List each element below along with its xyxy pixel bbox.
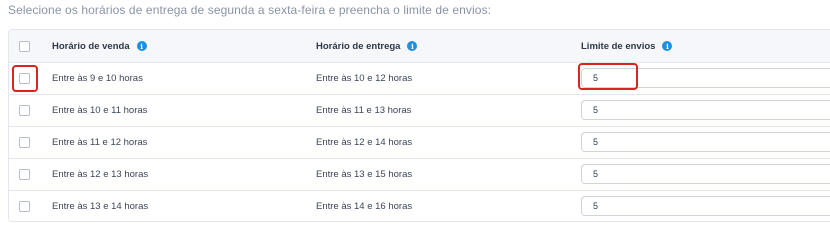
- select-all-cell: [19, 30, 30, 62]
- instruction-text: Selecione os horários de entrega de segu…: [8, 3, 492, 17]
- info-icon[interactable]: i: [662, 41, 673, 51]
- venda-cell: Entre às 9 e 10 horas: [52, 73, 143, 84]
- row-checkbox-cell: [19, 191, 30, 221]
- row-checkbox-cell: [19, 95, 30, 126]
- header-entrega: Horário de entrega i: [316, 30, 418, 62]
- header-venda: Horário de venda i: [52, 30, 147, 62]
- venda-cell: Entre às 10 e 11 horas: [52, 105, 148, 116]
- delivery-schedule-table: Horário de venda i Horário de entrega i …: [8, 29, 830, 222]
- select-all-checkbox[interactable]: [19, 40, 30, 52]
- row-checkbox[interactable]: [19, 105, 30, 116]
- table-row: Entre às 12 e 13 horas Entre às 13 e 15 …: [9, 158, 830, 190]
- limit-input[interactable]: 5: [581, 68, 830, 88]
- limit-input[interactable]: 5: [581, 100, 830, 120]
- table-row: Entre às 13 e 14 horas Entre às 14 e 16 …: [9, 190, 830, 221]
- limit-input[interactable]: 5: [581, 132, 830, 152]
- limit-input[interactable]: 5: [581, 164, 830, 184]
- header-entrega-label: Horário de entrega: [316, 40, 401, 52]
- row-checkbox-cell: [19, 63, 30, 94]
- entrega-cell: Entre às 11 e 13 horas: [316, 105, 412, 116]
- table-row: Entre às 9 e 10 horas Entre às 10 e 12 h…: [9, 62, 830, 94]
- entrega-cell: Entre às 14 e 16 horas: [316, 201, 413, 212]
- table-row: Entre às 11 e 12 horas Entre às 12 e 14 …: [9, 126, 830, 158]
- row-checkbox-cell: [19, 127, 30, 158]
- entrega-cell: Entre às 12 e 14 horas: [316, 137, 413, 148]
- limit-input[interactable]: 5: [581, 196, 830, 216]
- table-row: Entre às 10 e 11 horas Entre às 11 e 13 …: [9, 94, 830, 126]
- row-checkbox-cell: [19, 159, 30, 190]
- header-limite-label: Limite de envios: [581, 40, 656, 52]
- info-icon[interactable]: i: [136, 41, 147, 51]
- row-checkbox[interactable]: [19, 169, 30, 180]
- entrega-cell: Entre às 10 e 12 horas: [316, 73, 413, 84]
- venda-cell: Entre às 11 e 12 horas: [52, 137, 148, 148]
- table-header-row: Horário de venda i Horário de entrega i …: [9, 30, 830, 62]
- venda-cell: Entre às 12 e 13 horas: [52, 169, 149, 180]
- entrega-cell: Entre às 13 e 15 horas: [316, 169, 413, 180]
- venda-cell: Entre às 13 e 14 horas: [52, 201, 149, 212]
- header-limite: Limite de envios i: [581, 30, 673, 62]
- row-checkbox[interactable]: [19, 201, 30, 212]
- header-venda-label: Horário de venda: [52, 40, 130, 52]
- info-icon[interactable]: i: [407, 41, 418, 51]
- row-checkbox[interactable]: [19, 137, 30, 148]
- row-checkbox[interactable]: [19, 73, 30, 84]
